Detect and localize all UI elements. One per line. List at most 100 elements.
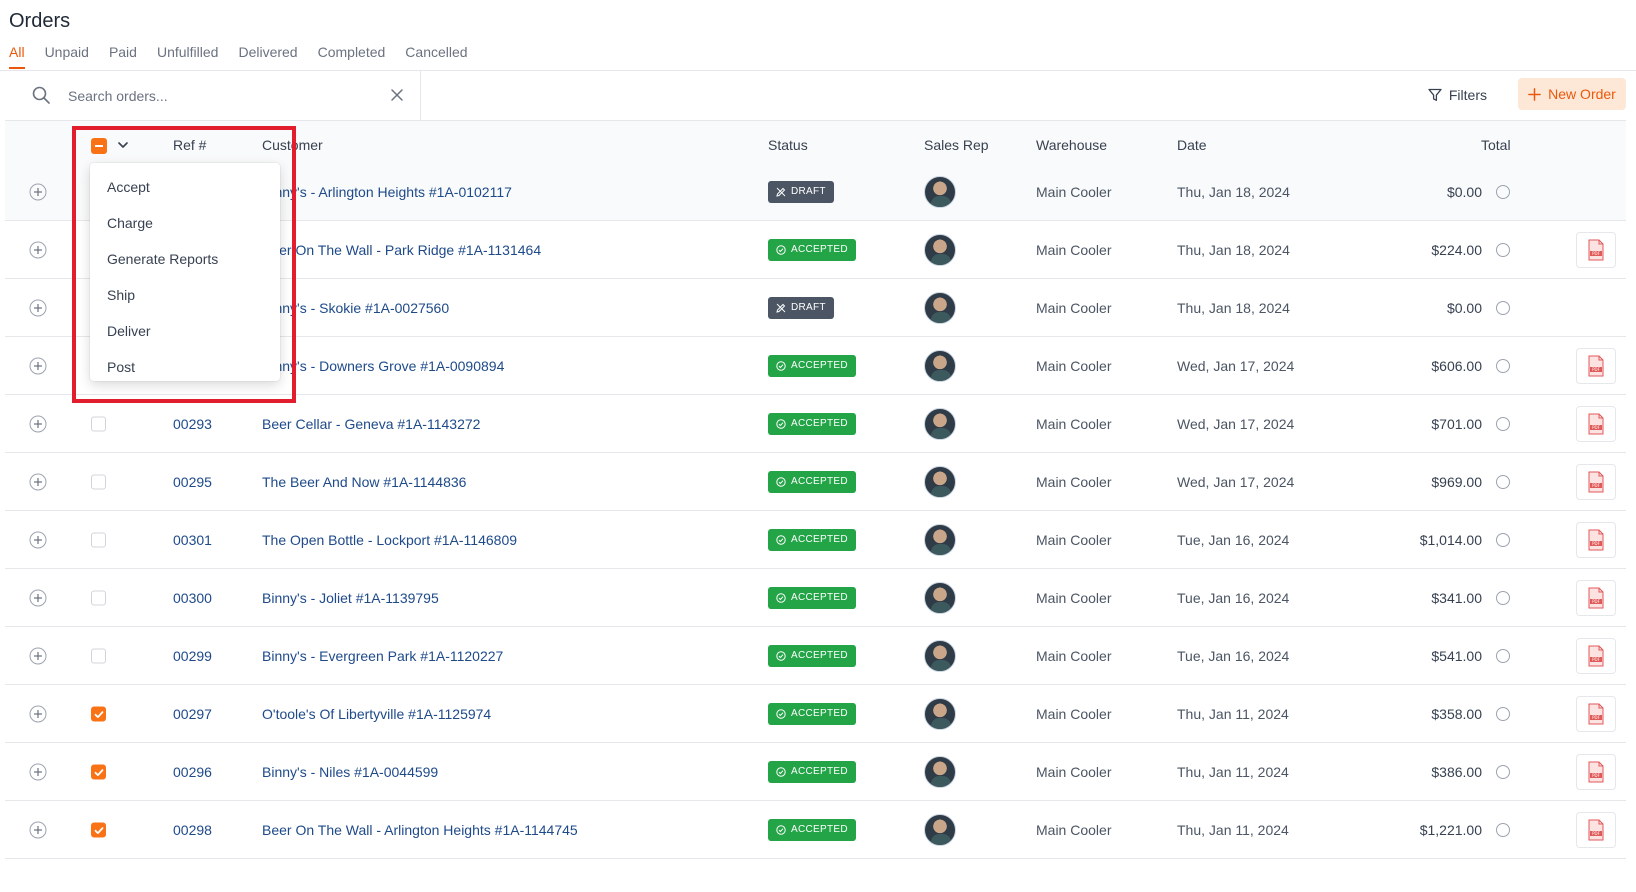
payment-status-radio[interactable] xyxy=(1496,474,1510,489)
pdf-button[interactable]: PDF xyxy=(1576,753,1616,790)
customer-link[interactable]: Beer On The Wall - Arlington Heights #1A… xyxy=(262,822,578,838)
column-date[interactable]: Date xyxy=(1177,137,1207,153)
customer-link[interactable]: The Beer And Now #1A-1144836 xyxy=(262,474,466,490)
payment-status-radio[interactable] xyxy=(1496,184,1510,199)
pdf-button[interactable]: PDF xyxy=(1576,405,1616,442)
customer-link[interactable]: Beer On The Wall - Park Ridge #1A-113146… xyxy=(262,242,541,258)
sales-rep-avatar[interactable] xyxy=(924,291,956,324)
pdf-button[interactable]: PDF xyxy=(1576,231,1616,268)
customer-link[interactable]: O'toole's Of Libertyville #1A-1125974 xyxy=(262,706,491,722)
customer-link[interactable]: Binny's - Joliet #1A-1139795 xyxy=(262,590,439,606)
sales-rep-avatar[interactable] xyxy=(924,465,956,498)
payment-status-radio[interactable] xyxy=(1496,532,1510,547)
table-row[interactable]: 00299 Binny's - Evergreen Park #1A-112022… xyxy=(5,627,1626,685)
new-order-button[interactable]: New Order xyxy=(1518,78,1626,110)
order-ref[interactable]: 00293 xyxy=(173,416,212,432)
tab-cancelled[interactable]: Cancelled xyxy=(405,44,467,69)
tab-completed[interactable]: Completed xyxy=(318,44,386,69)
menu-item-charge[interactable]: Charge xyxy=(90,205,280,241)
payment-status-radio[interactable] xyxy=(1496,358,1510,373)
payment-status-radio[interactable] xyxy=(1496,706,1510,721)
column-customer[interactable]: Customer xyxy=(262,137,323,153)
row-checkbox[interactable] xyxy=(91,416,106,431)
search-input[interactable] xyxy=(68,83,368,109)
order-ref[interactable]: 00301 xyxy=(173,532,212,548)
chevron-down-icon[interactable] xyxy=(116,138,130,152)
plus-circle-icon[interactable] xyxy=(29,241,47,259)
table-row[interactable]: 00297 O'toole's Of Libertyville #1A-11259… xyxy=(5,685,1626,743)
table-row[interactable]: 00298 Beer On The Wall - Arlington Height… xyxy=(5,801,1626,859)
column-total[interactable]: Total xyxy=(1481,137,1511,153)
column-warehouse[interactable]: Warehouse xyxy=(1036,137,1107,153)
sales-rep-avatar[interactable] xyxy=(924,639,956,672)
customer-link[interactable]: Beer Cellar - Geneva #1A-1143272 xyxy=(262,416,480,432)
customer-link[interactable]: Binny's - Niles #1A-0044599 xyxy=(262,764,438,780)
table-row[interactable]: 00300 Binny's - Joliet #1A-1139795 ACCEPTE… xyxy=(5,569,1626,627)
sales-rep-avatar[interactable] xyxy=(924,697,956,730)
plus-circle-icon[interactable] xyxy=(29,531,47,549)
payment-status-radio[interactable] xyxy=(1496,590,1510,605)
pdf-button[interactable]: PDF xyxy=(1576,463,1616,500)
column-ref[interactable]: Ref # xyxy=(173,137,206,153)
filters-button[interactable]: Filters xyxy=(1423,80,1491,110)
plus-circle-icon[interactable] xyxy=(29,357,47,375)
menu-item-accept[interactable]: Accept xyxy=(90,169,280,205)
menu-item-generate-reports[interactable]: Generate Reports xyxy=(90,241,280,277)
sales-rep-avatar[interactable] xyxy=(924,813,956,846)
tab-unfulfilled[interactable]: Unfulfilled xyxy=(157,44,218,69)
plus-circle-icon[interactable] xyxy=(29,415,47,433)
tab-delivered[interactable]: Delivered xyxy=(238,44,297,69)
pdf-button[interactable]: PDF xyxy=(1576,347,1616,384)
select-all-checkbox[interactable] xyxy=(91,138,107,154)
sales-rep-avatar[interactable] xyxy=(924,233,956,266)
menu-item-deliver[interactable]: Deliver xyxy=(90,313,280,349)
sales-rep-avatar[interactable] xyxy=(924,581,956,614)
close-icon[interactable] xyxy=(389,87,405,103)
payment-status-radio[interactable] xyxy=(1496,764,1510,779)
table-row[interactable]: 00296 Binny's - Niles #1A-0044599 ACCEPTED… xyxy=(5,743,1626,801)
sales-rep-avatar[interactable] xyxy=(924,175,956,208)
row-checkbox[interactable] xyxy=(91,532,106,547)
sales-rep-avatar[interactable] xyxy=(924,349,956,382)
payment-status-radio[interactable] xyxy=(1496,242,1510,257)
plus-circle-icon[interactable] xyxy=(29,647,47,665)
column-status[interactable]: Status xyxy=(768,137,808,153)
menu-item-ship[interactable]: Ship xyxy=(90,277,280,313)
row-checkbox[interactable] xyxy=(91,474,106,489)
payment-status-radio[interactable] xyxy=(1496,416,1510,431)
table-row[interactable]: 00293 Beer Cellar - Geneva #1A-1143272 ACC… xyxy=(5,395,1626,453)
row-checkbox[interactable] xyxy=(91,706,106,721)
row-checkbox[interactable] xyxy=(91,590,106,605)
order-ref[interactable]: 00299 xyxy=(173,648,212,664)
menu-item-post[interactable]: Post xyxy=(90,349,280,385)
tab-all[interactable]: All xyxy=(9,44,25,69)
order-ref[interactable]: 00300 xyxy=(173,590,212,606)
customer-link[interactable]: Binny's - Skokie #1A-0027560 xyxy=(262,300,449,316)
order-ref[interactable]: 00295 xyxy=(173,474,212,490)
payment-status-radio[interactable] xyxy=(1496,648,1510,663)
sales-rep-avatar[interactable] xyxy=(924,407,956,440)
plus-circle-icon[interactable] xyxy=(29,299,47,317)
order-ref[interactable]: 00297 xyxy=(173,706,212,722)
tab-paid[interactable]: Paid xyxy=(109,44,137,69)
pdf-button[interactable]: PDF xyxy=(1576,579,1616,616)
sales-rep-avatar[interactable] xyxy=(924,755,956,788)
plus-circle-icon[interactable] xyxy=(29,705,47,723)
plus-circle-icon[interactable] xyxy=(29,473,47,491)
tab-unpaid[interactable]: Unpaid xyxy=(45,44,89,69)
plus-circle-icon[interactable] xyxy=(29,589,47,607)
customer-link[interactable]: The Open Bottle - Lockport #1A-1146809 xyxy=(262,532,517,548)
row-checkbox[interactable] xyxy=(91,764,106,779)
sales-rep-avatar[interactable] xyxy=(924,523,956,556)
pdf-button[interactable]: PDF xyxy=(1576,695,1616,732)
row-checkbox[interactable] xyxy=(91,822,106,837)
customer-link[interactable]: Binny's - Arlington Heights #1A-0102117 xyxy=(262,184,512,200)
customer-link[interactable]: Binny's - Downers Grove #1A-0090894 xyxy=(262,358,504,374)
plus-circle-icon[interactable] xyxy=(29,821,47,839)
row-checkbox[interactable] xyxy=(91,648,106,663)
plus-circle-icon[interactable] xyxy=(29,183,47,201)
table-row[interactable]: 00301 The Open Bottle - Lockport #1A-1146… xyxy=(5,511,1626,569)
order-ref[interactable]: 00296 xyxy=(173,764,212,780)
customer-link[interactable]: Binny's - Evergreen Park #1A-1120227 xyxy=(262,648,503,664)
plus-circle-icon[interactable] xyxy=(29,763,47,781)
